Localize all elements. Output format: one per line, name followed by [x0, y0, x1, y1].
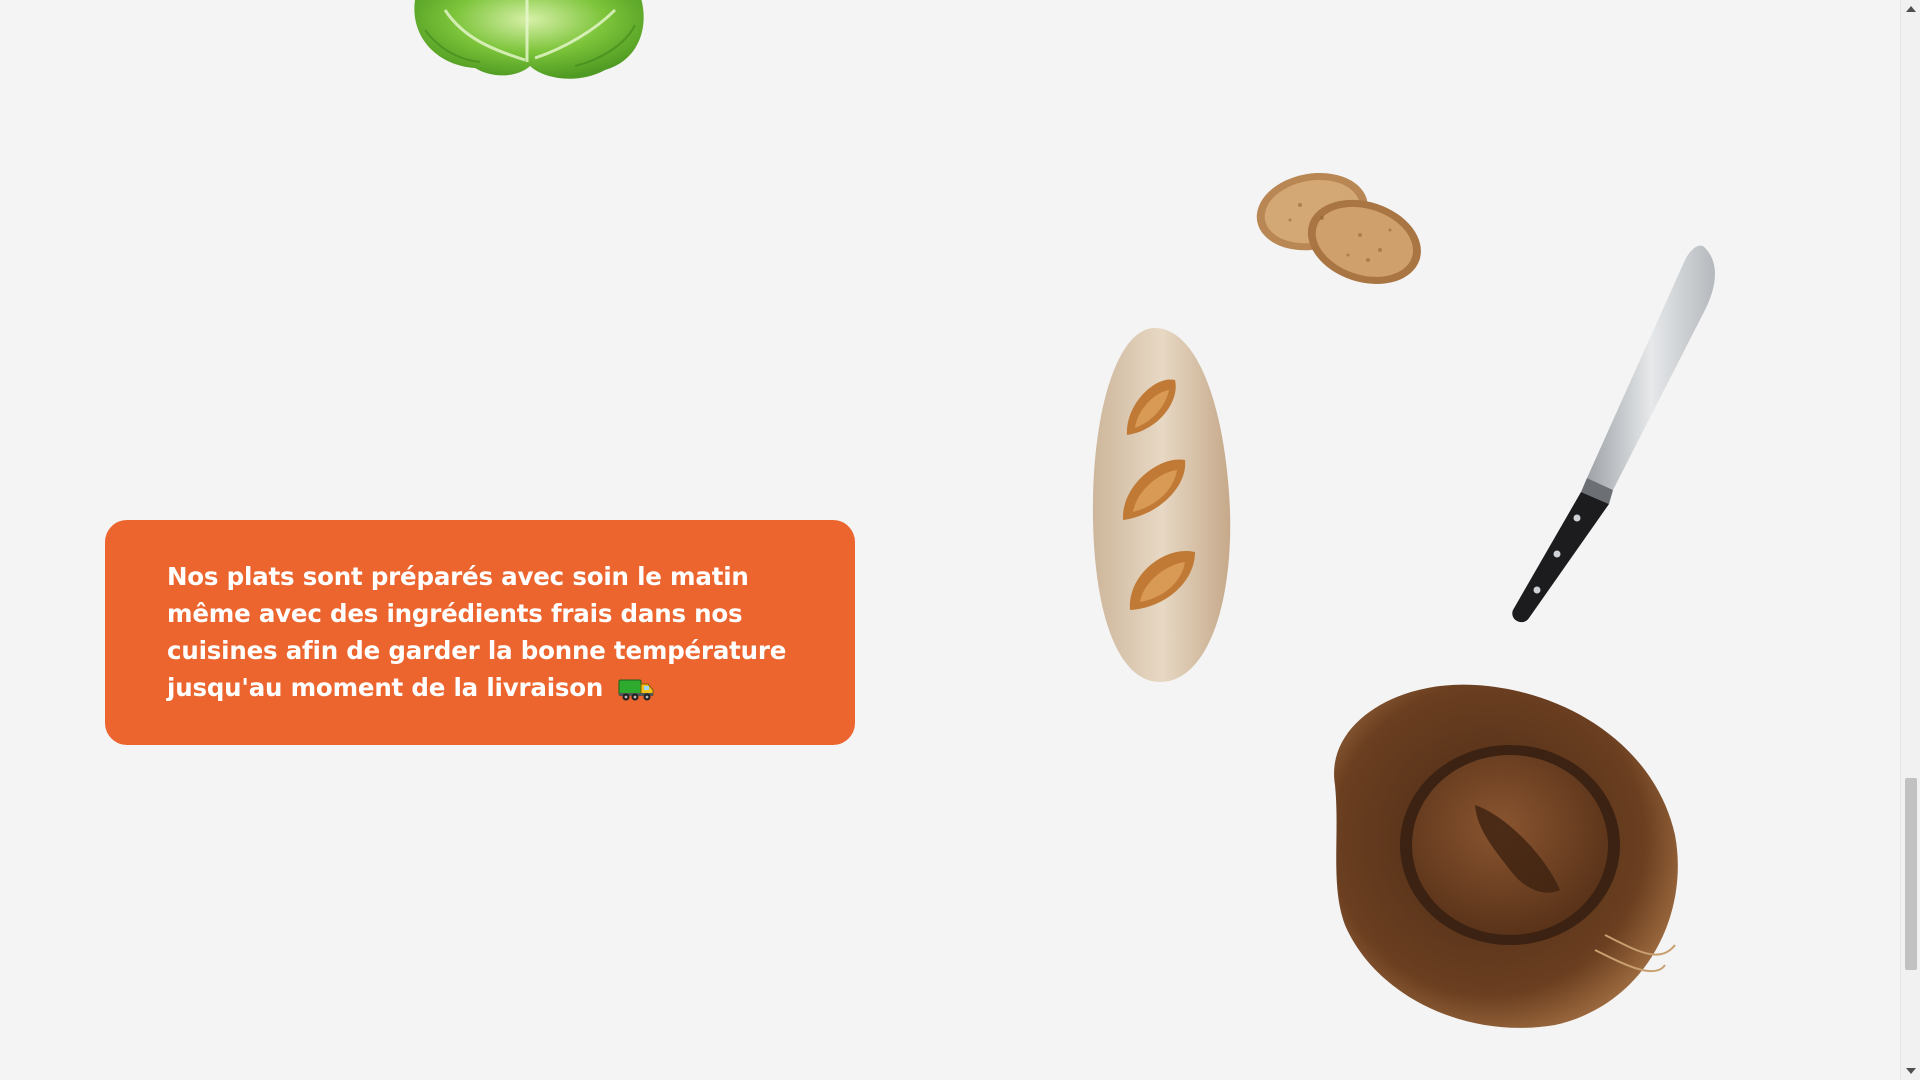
cowboy-hat-image — [1305, 665, 1695, 1040]
lettuce-image — [405, 0, 650, 90]
scroll-up-arrow-icon[interactable] — [1901, 0, 1920, 18]
toast-slices-image — [1250, 160, 1430, 295]
message-text: Nos plats sont préparés avec soin le mat… — [167, 558, 795, 706]
message-card: Nos plats sont préparés avec soin le mat… — [105, 520, 855, 745]
scrollbar-thumb[interactable] — [1905, 778, 1917, 970]
message-text-content: Nos plats sont préparés avec soin le mat… — [167, 562, 787, 702]
scroll-down-arrow-icon[interactable] — [1901, 1062, 1920, 1080]
vertical-scrollbar[interactable] — [1900, 0, 1920, 1080]
baguette-image — [1085, 320, 1235, 690]
chef-knife-image — [1495, 240, 1735, 625]
delivery-truck-icon — [618, 676, 654, 702]
page: Nos plats sont préparés avec soin le mat… — [0, 0, 1920, 1080]
